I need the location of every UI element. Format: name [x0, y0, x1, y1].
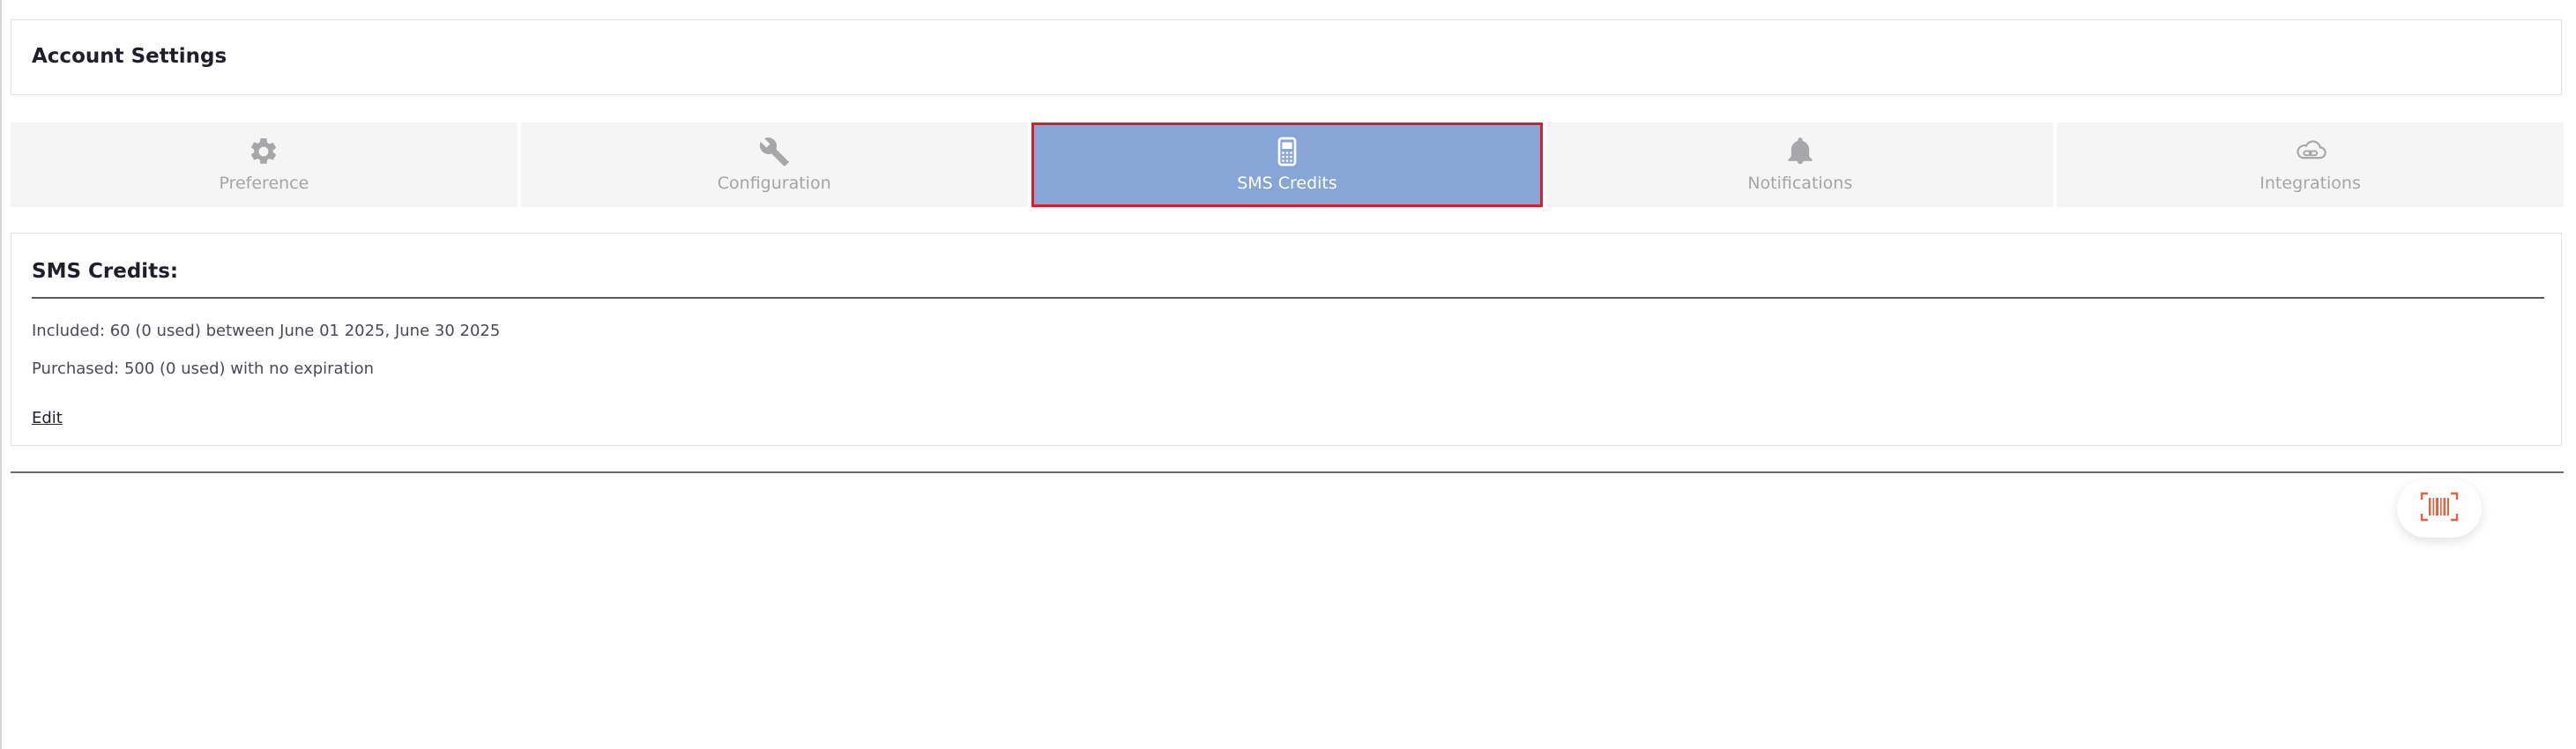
left-edge-divider	[0, 0, 2, 749]
sms-credits-panel: SMS Credits: Included: 60 (0 used) betwe…	[11, 233, 2562, 446]
section-divider	[32, 297, 2544, 299]
included-credits-text: Included: 60 (0 used) between June 01 20…	[32, 322, 501, 340]
tab-notifications[interactable]: Notifications	[1546, 122, 2054, 207]
phone-icon	[1270, 135, 1304, 168]
barcode-scan-button[interactable]	[2397, 479, 2482, 538]
settings-tabs: Preference Configuration SMS Credits Not…	[11, 122, 2564, 207]
tab-label: Integrations	[2260, 174, 2361, 193]
purchased-credits-text: Purchased: 500 (0 used) with no expirati…	[32, 360, 375, 378]
tab-label: SMS Credits	[1237, 174, 1337, 193]
section-title: SMS Credits:	[32, 260, 179, 283]
tab-label: Configuration	[717, 174, 831, 193]
tab-integrations[interactable]: Integrations	[2057, 122, 2564, 207]
tab-preference[interactable]: Preference	[11, 122, 517, 207]
tab-label: Notifications	[1747, 174, 1853, 193]
page-title: Account Settings	[32, 45, 227, 68]
barcode-scan-icon	[2420, 492, 2459, 525]
account-settings-header: Account Settings	[11, 19, 2562, 95]
bell-icon	[1783, 135, 1817, 168]
tab-configuration[interactable]: Configuration	[520, 122, 1028, 207]
edit-link[interactable]: Edit	[32, 409, 63, 427]
gear-icon	[247, 135, 280, 168]
tab-label: Preference	[219, 174, 309, 193]
cloud-link-icon	[2294, 135, 2327, 168]
page-divider	[11, 471, 2564, 473]
wrench-icon	[757, 135, 791, 168]
tab-sms-credits[interactable]: SMS Credits	[1031, 122, 1544, 207]
